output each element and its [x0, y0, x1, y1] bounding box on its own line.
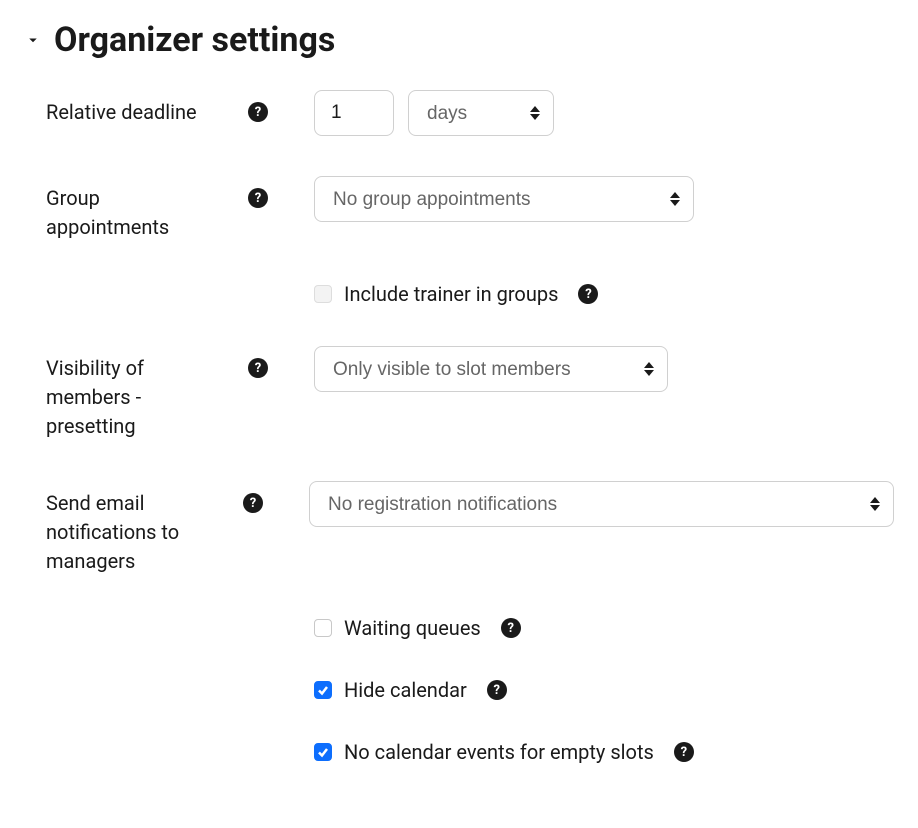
label-col: Visibility of members - presetting ?	[46, 346, 276, 441]
visibility-wrapper: Only visible to slot members	[314, 346, 668, 392]
group-appointments-wrapper: No group appointments	[314, 176, 694, 222]
control-col: No registration notifications	[271, 481, 894, 527]
relative-deadline-unit-wrapper: days	[408, 90, 554, 136]
row-checkbox-group: Waiting queues ? Hide calendar ? No cale…	[24, 616, 894, 764]
help-icon[interactable]: ?	[248, 358, 268, 378]
help-icon[interactable]: ?	[248, 188, 268, 208]
relative-deadline-input[interactable]	[314, 90, 394, 136]
checkbox-group: Waiting queues ? Hide calendar ? No cale…	[314, 616, 694, 764]
control-col: Only visible to slot members	[276, 346, 894, 392]
include-trainer-checkbox	[314, 285, 332, 303]
help-icon[interactable]: ?	[487, 680, 507, 700]
chevron-down-icon[interactable]	[24, 31, 42, 49]
no-calendar-events-checkbox[interactable]	[314, 743, 332, 761]
label-col: Send email notifications to managers ?	[46, 481, 271, 576]
control-col: No group appointments	[276, 176, 894, 222]
section-header: Organizer settings	[24, 20, 894, 60]
row-group-appointments: Group appointments ? No group appointmen…	[24, 176, 894, 242]
no-calendar-events-label: No calendar events for empty slots	[344, 740, 654, 764]
checkbox-row-no-calendar-events: No calendar events for empty slots ?	[314, 740, 694, 764]
waiting-queues-label: Waiting queues	[344, 616, 481, 640]
help-icon[interactable]: ?	[248, 102, 268, 122]
section-title: Organizer settings	[54, 20, 335, 60]
row-include-trainer: Include trainer in groups ?	[24, 282, 894, 306]
control-col: Waiting queues ? Hide calendar ? No cale…	[46, 616, 894, 764]
waiting-queues-checkbox[interactable]	[314, 619, 332, 637]
help-icon[interactable]: ?	[501, 618, 521, 638]
include-trainer-label: Include trainer in groups	[344, 282, 558, 306]
help-icon[interactable]: ?	[578, 284, 598, 304]
checkbox-row-hide-calendar: Hide calendar ?	[314, 678, 694, 702]
checkbox-row-include-trainer: Include trainer in groups ?	[314, 282, 598, 306]
group-appointments-select[interactable]: No group appointments	[314, 176, 694, 222]
row-relative-deadline: Relative deadline ? days	[24, 90, 894, 136]
hide-calendar-label: Hide calendar	[344, 678, 467, 702]
control-col: days	[276, 90, 894, 136]
email-notifications-select[interactable]: No registration notifications	[309, 481, 894, 527]
label-relative-deadline: Relative deadline	[46, 98, 197, 127]
row-visibility: Visibility of members - presetting ? Onl…	[24, 346, 894, 441]
help-icon[interactable]: ?	[674, 742, 694, 762]
help-icon[interactable]: ?	[243, 493, 263, 513]
visibility-select[interactable]: Only visible to slot members	[314, 346, 668, 392]
label-col: Relative deadline ?	[46, 90, 276, 127]
label-email-notifications: Send email notifications to managers	[46, 489, 226, 576]
relative-deadline-unit-select[interactable]: days	[408, 90, 554, 136]
email-notifications-wrapper: No registration notifications	[309, 481, 894, 527]
checkbox-row-waiting-queues: Waiting queues ?	[314, 616, 694, 640]
row-email-notifications: Send email notifications to managers ? N…	[24, 481, 894, 576]
control-col: Include trainer in groups ?	[46, 282, 894, 306]
hide-calendar-checkbox[interactable]	[314, 681, 332, 699]
label-col: Group appointments ?	[46, 176, 276, 242]
label-visibility: Visibility of members - presetting	[46, 354, 226, 441]
label-group-appointments: Group appointments	[46, 184, 226, 242]
